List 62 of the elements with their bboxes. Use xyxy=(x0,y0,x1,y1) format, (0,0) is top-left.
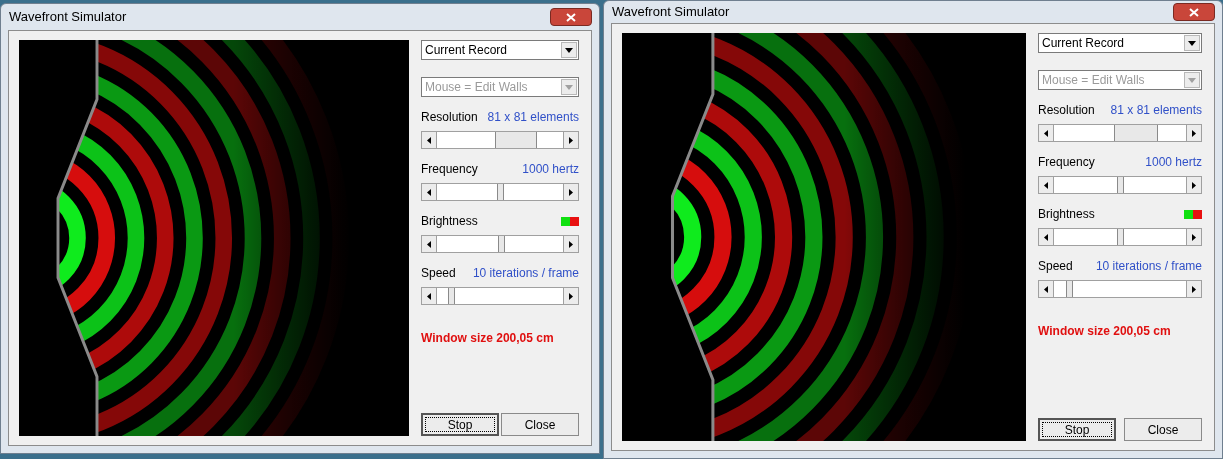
scroll-left-icon[interactable] xyxy=(1039,281,1054,297)
window-title: Wavefront Simulator xyxy=(8,8,127,27)
scroll-right-icon[interactable] xyxy=(563,288,578,304)
dialog-button[interactable]: Stop xyxy=(421,413,499,436)
slider[interactable] xyxy=(421,183,579,201)
close-button[interactable] xyxy=(550,8,592,26)
window-title: Wavefront Simulator xyxy=(611,3,730,22)
control-label: Brightness xyxy=(421,213,478,230)
control-reading: 10 iterations / frame xyxy=(1095,258,1202,275)
scroll-left-icon[interactable] xyxy=(1039,125,1054,141)
scroll-left-icon[interactable] xyxy=(422,132,437,148)
slider[interactable] xyxy=(1038,124,1202,142)
dialog-button[interactable]: Close xyxy=(501,413,579,436)
close-icon xyxy=(1189,7,1199,17)
scroll-right-icon[interactable] xyxy=(1186,177,1201,193)
close-button[interactable] xyxy=(1173,3,1215,21)
slider[interactable] xyxy=(421,287,579,305)
control-reading: 1000 hertz xyxy=(1145,154,1202,171)
control-label: Speed xyxy=(1038,258,1073,275)
slider[interactable] xyxy=(1038,228,1202,246)
slider-thumb[interactable] xyxy=(498,236,506,252)
control-label: Brightness xyxy=(1038,206,1095,223)
scroll-left-icon[interactable] xyxy=(1039,229,1054,245)
control-reading: 81 x 81 elements xyxy=(1110,102,1202,119)
control-label: Frequency xyxy=(1038,154,1095,171)
control-label: Resolution xyxy=(1038,102,1095,119)
control-label: Resolution xyxy=(421,109,478,126)
scroll-left-icon[interactable] xyxy=(422,184,437,200)
scroll-right-icon[interactable] xyxy=(563,236,578,252)
scroll-left-icon[interactable] xyxy=(422,236,437,252)
color-swatch-icon xyxy=(561,216,579,226)
slider-thumb[interactable] xyxy=(1066,281,1074,297)
window-size-text: Window size 200,05 cm xyxy=(421,330,555,347)
slider-thumb[interactable] xyxy=(1116,177,1124,193)
control-reading: 1000 hertz xyxy=(522,161,579,178)
dropdown[interactable]: Current Record xyxy=(421,40,579,60)
slider-thumb[interactable] xyxy=(448,288,456,304)
dialog-button[interactable]: Stop xyxy=(1038,418,1116,441)
scroll-right-icon[interactable] xyxy=(1186,125,1201,141)
scroll-right-icon[interactable] xyxy=(563,132,578,148)
scroll-right-icon[interactable] xyxy=(563,184,578,200)
slider-thumb[interactable] xyxy=(1114,125,1159,141)
scroll-right-icon[interactable] xyxy=(1186,281,1201,297)
control-reading: 81 x 81 elements xyxy=(487,109,579,126)
slider[interactable] xyxy=(1038,176,1202,194)
scroll-left-icon[interactable] xyxy=(1039,177,1054,193)
slider[interactable] xyxy=(1038,280,1202,298)
control-reading: 10 iterations / frame xyxy=(472,265,579,282)
slider-thumb[interactable] xyxy=(1116,229,1124,245)
slider-thumb[interactable] xyxy=(494,132,537,148)
slider[interactable] xyxy=(421,235,579,253)
color-swatch-icon xyxy=(1184,209,1202,219)
scroll-left-icon[interactable] xyxy=(422,288,437,304)
close-icon xyxy=(566,12,576,22)
dialog-button[interactable]: Close xyxy=(1124,418,1202,441)
window-size-text: Window size 200,05 cm xyxy=(1038,323,1172,340)
slider-thumb[interactable] xyxy=(496,184,504,200)
control-label: Frequency xyxy=(421,161,478,178)
slider[interactable] xyxy=(421,131,579,149)
control-label: Speed xyxy=(421,265,456,282)
scroll-right-icon[interactable] xyxy=(1186,229,1201,245)
dropdown[interactable]: Current Record xyxy=(1038,33,1202,53)
